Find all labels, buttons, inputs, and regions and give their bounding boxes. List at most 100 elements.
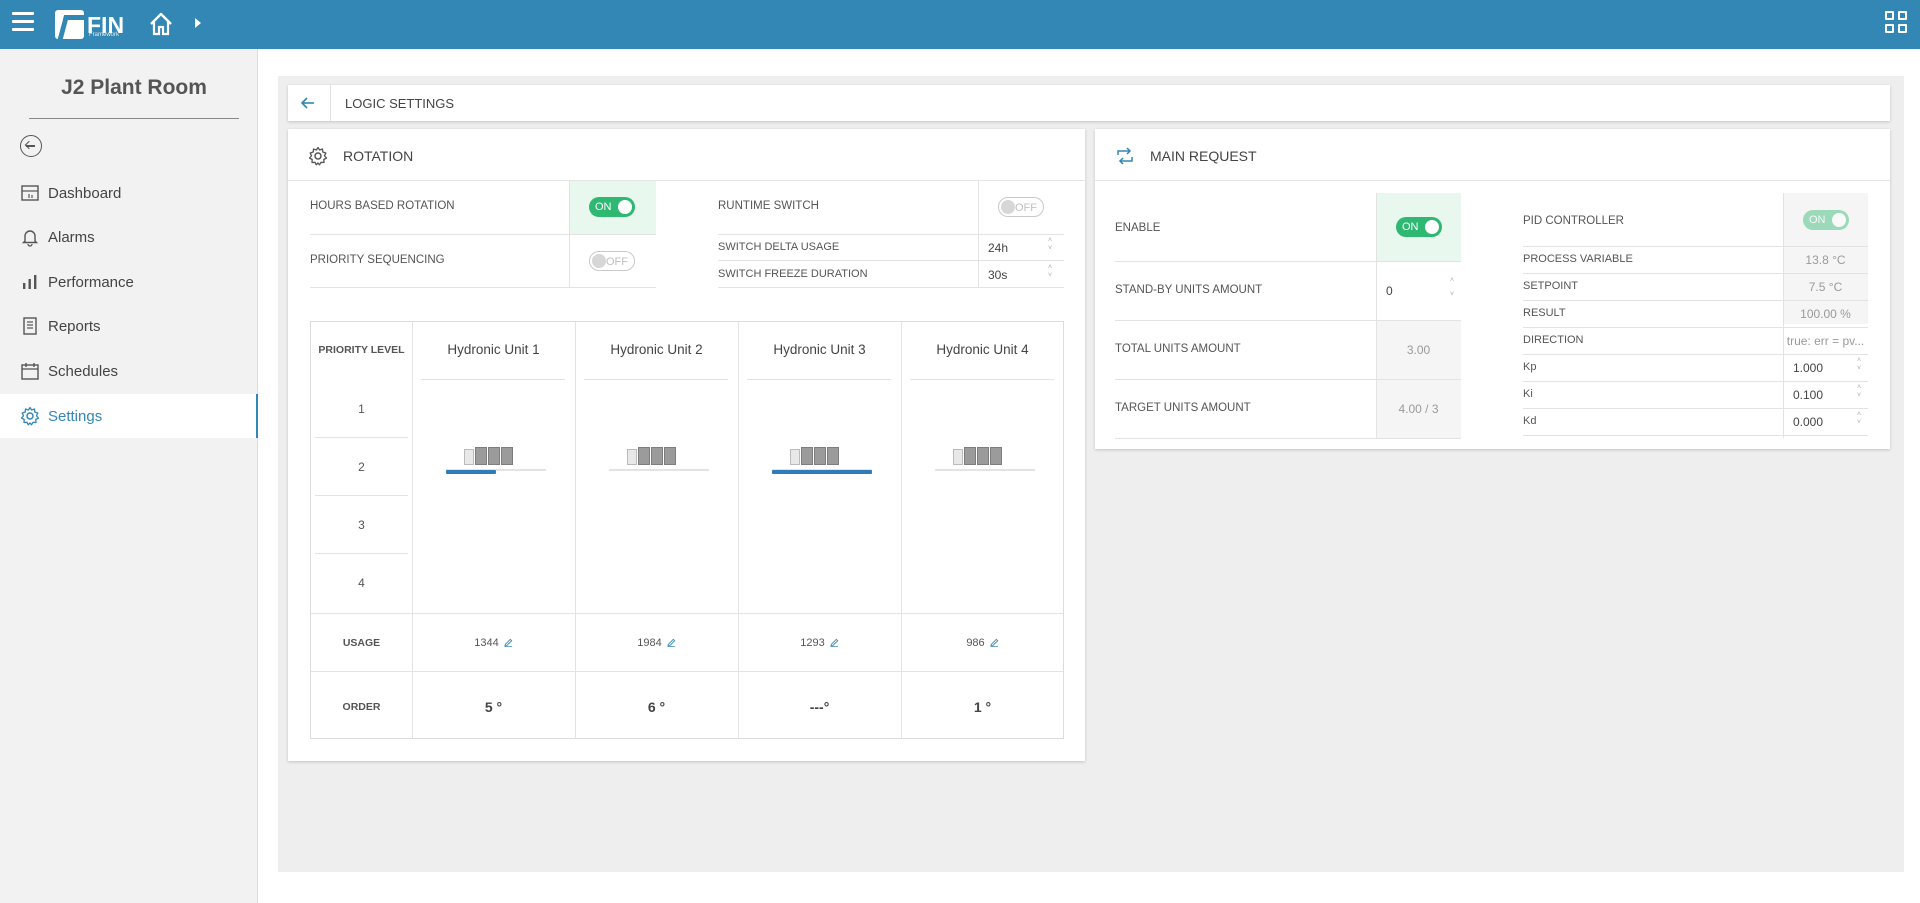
usage-value: 1984 [637,637,662,649]
content-area: LOGIC SETTINGS ROTATION HOURS BASED ROTA… [278,76,1904,872]
sidebar-item-performance[interactable]: Performance [0,260,258,304]
switch-delta-usage-input[interactable]: 24h [988,241,1008,255]
arrow-left-icon[interactable] [300,96,316,110]
hydronic-unit-icon [772,445,872,471]
pid-controller-toggle[interactable]: ON [1803,210,1849,230]
standby-units-label: STAND-BY UNITS AMOUNT [1115,284,1263,296]
row-divider [1115,261,1461,262]
apps-grid-icon[interactable] [1885,11,1909,35]
sidebar-item-label: Alarms [48,228,95,246]
toggle-state: ON [595,201,612,213]
usage-value: 986 [966,637,985,649]
report-icon [23,317,37,335]
stepper-arrows-icon[interactable]: ˄ ˅ [1854,357,1864,373]
toggle-state: ON [1402,221,1419,233]
switch-freeze-duration-input[interactable]: 30s [988,268,1007,282]
row-divider [1115,379,1461,380]
kd-input[interactable]: 0.000 [1793,415,1823,429]
priority-sequencing-toggle[interactable]: OFF [589,251,635,271]
sidebar: J2 Plant Room Dashboard Alarms Performan… [0,49,258,903]
col-divider [569,181,570,287]
home-icon[interactable] [147,10,175,38]
hours-based-rotation-toggle[interactable]: ON [589,197,635,217]
logo-subtext: Framework [89,32,120,38]
row-divider [1523,246,1868,247]
target-units-label: TARGET UNITS AMOUNT [1115,402,1251,414]
enable-label: ENABLE [1115,222,1161,234]
switch-freeze-duration-label: SWITCH FREEZE DURATION [718,268,868,280]
row-divider [1115,438,1461,439]
standby-units-input[interactable]: 0 [1386,284,1393,298]
row-divider [310,287,656,288]
main-request-panel: MAIN REQUEST ENABLE ON STAND-BY UNITS AM… [1095,129,1890,449]
enable-toggle[interactable]: ON [1396,217,1442,237]
rotation-title-text: ROTATION [343,148,414,164]
total-units-value: 3.00 [1406,343,1431,357]
sidebar-item-label: Reports [48,317,101,335]
ki-input[interactable]: 0.100 [1793,388,1823,402]
stepper-arrows-icon[interactable]: ˄ ˅ [1045,264,1055,280]
kp-label: Kp [1523,361,1537,373]
sidebar-item-dashboard[interactable]: Dashboard [0,171,258,215]
back-circle-icon[interactable] [20,135,42,157]
pencil-icon[interactable] [667,638,676,647]
hamburger-icon[interactable] [12,12,34,32]
stepper-arrows-icon[interactable]: ˄ ˅ [1854,411,1864,427]
direction-label: DIRECTION [1523,334,1584,346]
repeat-icon [1117,147,1133,165]
setpoint-label: SETPOINT [1523,280,1579,292]
top-bar: FIN Framework [0,0,1920,49]
sidebar-item-alarms[interactable]: Alarms [0,215,258,259]
page-title: LOGIC SETTINGS [345,96,455,111]
hydronic-unit-icon [446,445,546,471]
pid-controller-label: PID CONTROLLER [1523,215,1624,227]
result-value: 100.00 % [1800,307,1851,321]
logo[interactable]: FIN Framework [55,10,124,39]
row-divider [1523,327,1868,328]
unit-3-usage-bar [772,470,872,474]
rotation-panel: ROTATION HOURS BASED ROTATION ON PRIORIT… [288,129,1085,761]
row-divider [1523,273,1868,274]
col-divider [978,181,979,287]
sidebar-item-reports[interactable]: Reports [0,304,258,348]
hydronic-unit-icon [609,445,709,471]
unit-3-header: Hydronic Unit 3 [773,342,866,357]
dashboard-icon [21,185,39,201]
sidebar-item-schedules[interactable]: Schedules [0,349,258,393]
priority-level-3: 3 [358,518,365,532]
target-units-value: 4.00 / 3 [1398,402,1439,416]
logo-mark-icon [55,10,84,39]
kp-input[interactable]: 1.000 [1793,361,1823,375]
header-divider [747,379,891,380]
hours-based-rotation-label: HOURS BASED ROTATION [310,200,455,212]
usage-row-label: USAGE [342,637,381,649]
row-divider [315,553,408,554]
runtime-switch-label: RUNTIME SWITCH [718,200,819,212]
stepper-arrows-icon[interactable]: ˄ ˅ [1447,274,1457,302]
stepper-arrows-icon[interactable]: ˄ ˅ [1045,237,1055,253]
pencil-icon[interactable] [504,638,513,647]
kd-label: Kd [1523,415,1537,427]
stepper-arrows-icon[interactable]: ˄ ˅ [1854,384,1864,400]
unit-1-usage-bar [446,470,496,474]
sidebar-item-settings[interactable]: Settings [0,394,258,438]
chevron-right-icon[interactable] [195,18,201,28]
priority-level-2: 2 [358,460,365,474]
header-divider [910,379,1054,380]
runtime-switch-toggle[interactable]: OFF [998,197,1044,217]
logic-settings-header: LOGIC SETTINGS [288,85,1890,121]
row-divider [1523,300,1868,301]
pencil-icon[interactable] [830,638,839,647]
row-divider [1523,354,1868,355]
ki-label: Ki [1523,388,1533,400]
gear-icon [308,146,328,166]
toggle-state: OFF [606,256,628,268]
setpoint-value: 7.5 °C [1808,280,1843,294]
row-divider [1523,435,1868,436]
unit-2-header: Hydronic Unit 2 [610,342,703,357]
pencil-icon[interactable] [989,638,999,647]
row-divider [315,437,408,438]
unit-1-header: Hydronic Unit 1 [447,342,540,357]
row-divider [718,287,1064,288]
hydronic-unit-icon [935,445,1035,471]
